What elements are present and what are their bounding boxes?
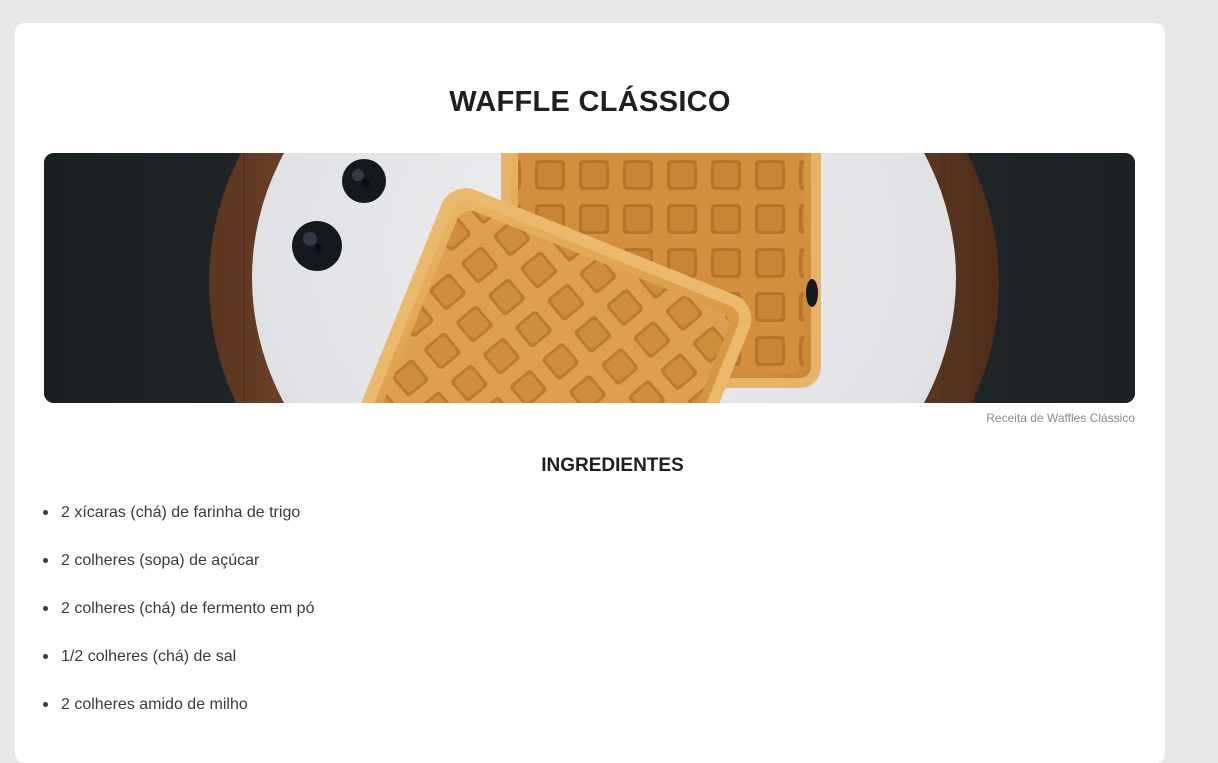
list-item: 2 colheres amido de milho: [43, 693, 314, 741]
bullet-icon: [43, 558, 48, 563]
bullet-icon: [43, 606, 48, 611]
ingredients-heading: INGREDIENTES: [541, 455, 684, 476]
bullet-icon: [43, 654, 48, 659]
list-item: 2 colheres (sopa) de açúcar: [43, 549, 314, 597]
recipe-card: WAFFLE CLÁSSICO Receita de Waffles Cláss…: [15, 23, 1165, 763]
recipe-hero-image: [44, 153, 1135, 403]
list-item: 1/2 colheres (chá) de sal: [43, 645, 314, 693]
ingredient-text: 2 colheres (chá) de fermento em pó: [61, 600, 315, 617]
list-item: 2 xícaras (chá) de farinha de trigo: [43, 501, 314, 549]
ingredient-text: 2 colheres (sopa) de açúcar: [61, 552, 260, 569]
ingredient-text: 1/2 colheres (chá) de sal: [61, 648, 237, 665]
bullet-icon: [43, 510, 48, 515]
ingredient-text: 2 xícaras (chá) de farinha de trigo: [61, 504, 301, 521]
recipe-title: WAFFLE CLÁSSICO: [449, 86, 731, 118]
list-item: 2 colheres (chá) de fermento em pó: [43, 597, 315, 645]
ingredient-text: 2 colheres amido de milho: [61, 696, 248, 713]
ingredients-list: 2 xícaras (chá) de farinha de trigo 2 co…: [43, 501, 315, 741]
image-caption: Receita de Waffles Clássico: [986, 411, 1135, 425]
bullet-icon: [43, 702, 48, 707]
